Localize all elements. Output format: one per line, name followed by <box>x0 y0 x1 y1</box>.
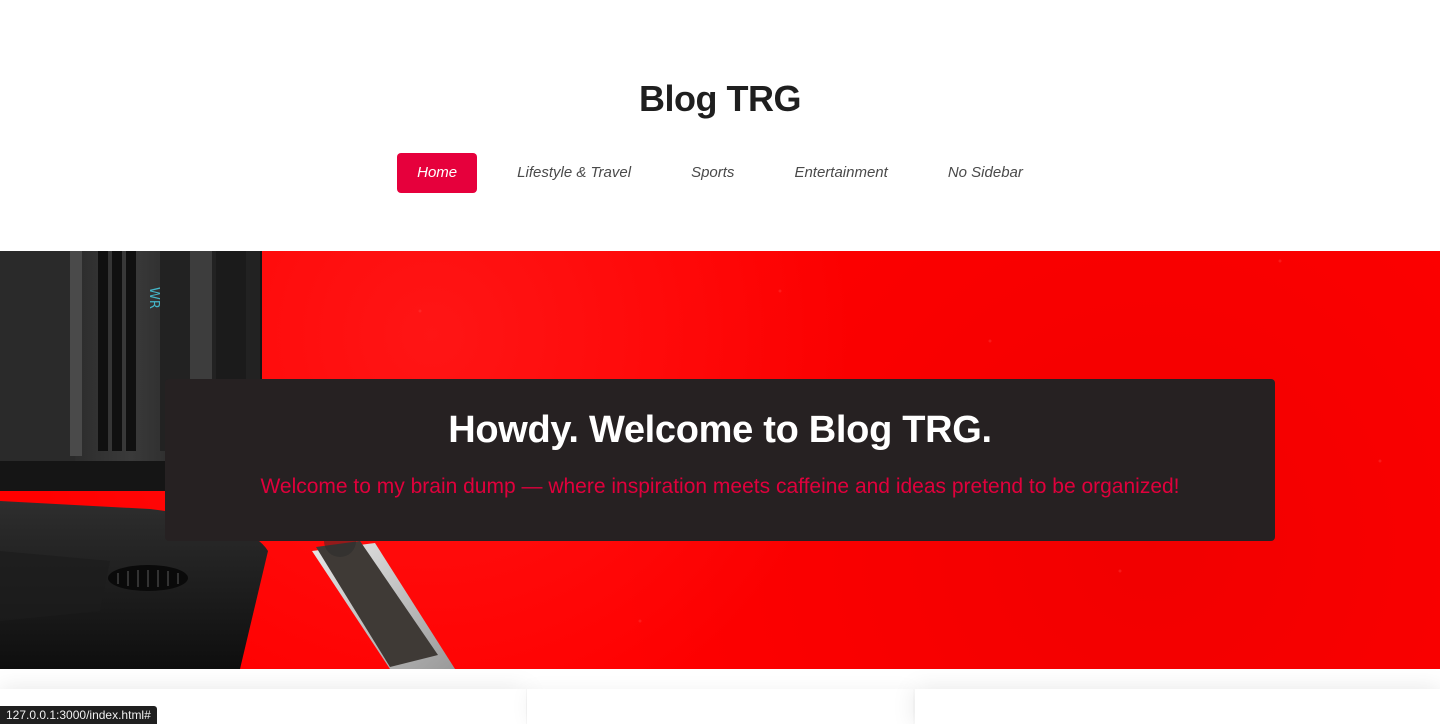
page: Blog TRG Home Lifestyle & Travel Sports … <box>0 0 1440 724</box>
lens-text: WR <box>146 287 161 309</box>
hero-welcome-card: Howdy. Welcome to Blog TRG. Welcome to m… <box>165 379 1275 541</box>
nav-item-entertainment[interactable]: Entertainment <box>774 153 907 193</box>
post-card[interactable] <box>915 689 1440 724</box>
browser-status-url: 127.0.0.1:3000/index.html# <box>0 706 157 724</box>
hero-subtitle: Welcome to my brain dump — where inspira… <box>260 475 1180 498</box>
usb-drive-graphic <box>312 525 455 669</box>
nav-item-home[interactable]: Home <box>397 153 478 193</box>
post-card[interactable] <box>527 689 913 724</box>
hero-banner: WR Howdy. Welcome to Blog TRG. Welcome t… <box>0 251 1440 669</box>
nav-item-no-sidebar[interactable]: No Sidebar <box>928 153 1043 193</box>
main-nav: Home Lifestyle & Travel Sports Entertain… <box>0 153 1440 193</box>
nav-item-sports[interactable]: Sports <box>671 153 754 193</box>
nav-item-lifestyle-travel[interactable]: Lifestyle & Travel <box>497 153 651 193</box>
site-title[interactable]: Blog TRG <box>0 78 1440 120</box>
site-header: Blog TRG Home Lifestyle & Travel Sports … <box>0 0 1440 251</box>
hero-title: Howdy. Welcome to Blog TRG. <box>448 409 992 451</box>
post-cards-section <box>0 669 1440 724</box>
